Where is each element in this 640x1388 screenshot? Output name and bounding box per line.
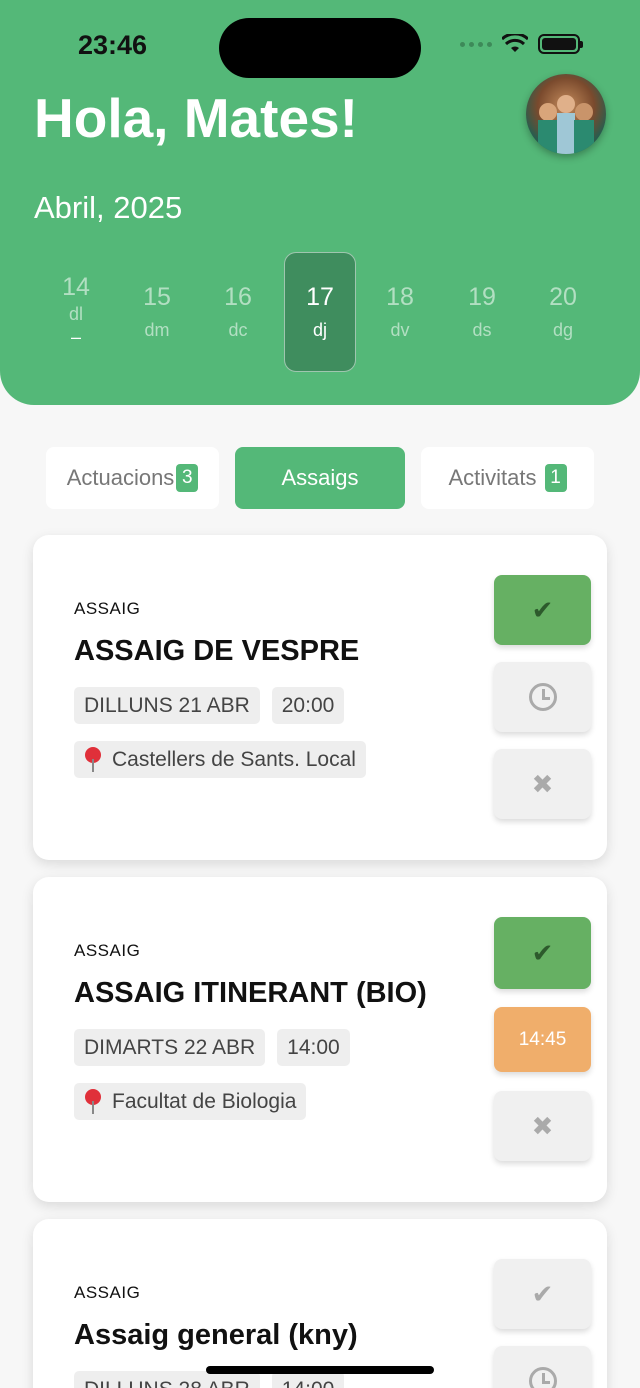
clock-icon — [528, 1367, 557, 1388]
close-icon: ✖ — [531, 1110, 554, 1141]
day-20[interactable]: 20 dg — [527, 252, 599, 372]
avatar[interactable] — [526, 74, 606, 154]
day-14[interactable]: 14 dl – — [40, 252, 112, 372]
status-time: 23:46 — [78, 30, 148, 60]
month-label: Abril, 2025 — [34, 190, 183, 225]
count-badge: 1 — [544, 464, 567, 492]
confirm-button[interactable]: ✔ — [494, 1259, 591, 1329]
time-chip: 14:00 — [277, 1029, 350, 1066]
decline-button[interactable]: ✖ — [494, 749, 591, 819]
event-title: Assaig general (kny) — [74, 1319, 358, 1351]
pin-icon — [84, 1088, 102, 1115]
date-chip: DIMARTS 22 ABR — [74, 1029, 266, 1066]
check-icon: ✔ — [531, 937, 554, 968]
event-card[interactable]: ASSAIG ASSAIG ITINERANT (BIO) DIMARTS 22… — [33, 877, 607, 1202]
late-button[interactable] — [494, 1346, 591, 1388]
day-15[interactable]: 15 dm — [121, 252, 193, 372]
location-label: Facultat de Biologia — [112, 1089, 297, 1113]
location-label: Castellers de Sants. Local — [112, 747, 356, 771]
late-button[interactable] — [494, 662, 591, 732]
tab-activitats[interactable]: Activitats 1 — [421, 447, 594, 509]
status-icons — [460, 34, 583, 54]
day-16[interactable]: 16 dc — [202, 252, 274, 372]
tab-assaigs[interactable]: Assaigs — [235, 447, 405, 509]
event-card[interactable]: ASSAIG ASSAIG DE VESPRE DILLUNS 21 ABR 2… — [33, 535, 607, 860]
header: 23:46 Hola, Mates! Abril, 2025 14 dl – 1… — [0, 0, 640, 405]
wifi-icon — [502, 34, 528, 52]
event-title: ASSAIG ITINERANT (BIO) — [74, 977, 427, 1009]
time-chip: 20:00 — [271, 687, 345, 724]
event-type: ASSAIG — [74, 1283, 141, 1302]
pin-icon — [84, 746, 102, 773]
day-18[interactable]: 18 dv — [364, 252, 436, 372]
event-type: ASSAIG — [74, 941, 141, 960]
greeting-title: Hola, Mates! — [34, 87, 358, 149]
week-strip: 14 dl – 15 dm 16 dc 17 dj 18 dv 19 ds 20… — [36, 252, 604, 372]
check-icon: ✔ — [531, 1278, 554, 1309]
late-time-button[interactable]: 14:45 — [494, 1007, 591, 1072]
event-type: ASSAIG — [74, 599, 141, 618]
day-19[interactable]: 19 ds — [446, 252, 518, 372]
day-17-selected[interactable]: 17 dj — [284, 252, 356, 372]
date-chip: DILLUNS 21 ABR — [74, 687, 260, 724]
tab-actuacions[interactable]: Actuacions 3 — [46, 447, 219, 509]
decline-button[interactable]: ✖ — [494, 1091, 591, 1161]
dynamic-island — [219, 18, 421, 78]
event-title: ASSAIG DE VESPRE — [74, 635, 360, 667]
close-icon: ✖ — [531, 768, 554, 799]
location: Castellers de Sants. Local — [74, 741, 366, 778]
confirm-button[interactable]: ✔ — [494, 917, 591, 989]
count-badge: 3 — [176, 464, 199, 492]
location: Facultat de Biologia — [74, 1083, 307, 1120]
category-tabs: Actuacions 3 Assaigs Activitats 1 — [46, 447, 594, 509]
clock-icon — [528, 683, 557, 711]
event-meta: DIMARTS 22 ABR 14:00 — [74, 1029, 350, 1066]
late-time-label: 14:45 — [518, 1028, 567, 1050]
event-card[interactable]: ASSAIG Assaig general (kny) DILLUNS 28 A… — [33, 1219, 607, 1388]
event-meta: DILLUNS 21 ABR 20:00 — [74, 687, 345, 724]
cellular-icon — [460, 41, 492, 47]
home-indicator — [206, 1366, 434, 1374]
confirm-button[interactable]: ✔ — [494, 575, 591, 645]
check-icon: ✔ — [531, 594, 554, 625]
battery-icon — [538, 34, 583, 54]
